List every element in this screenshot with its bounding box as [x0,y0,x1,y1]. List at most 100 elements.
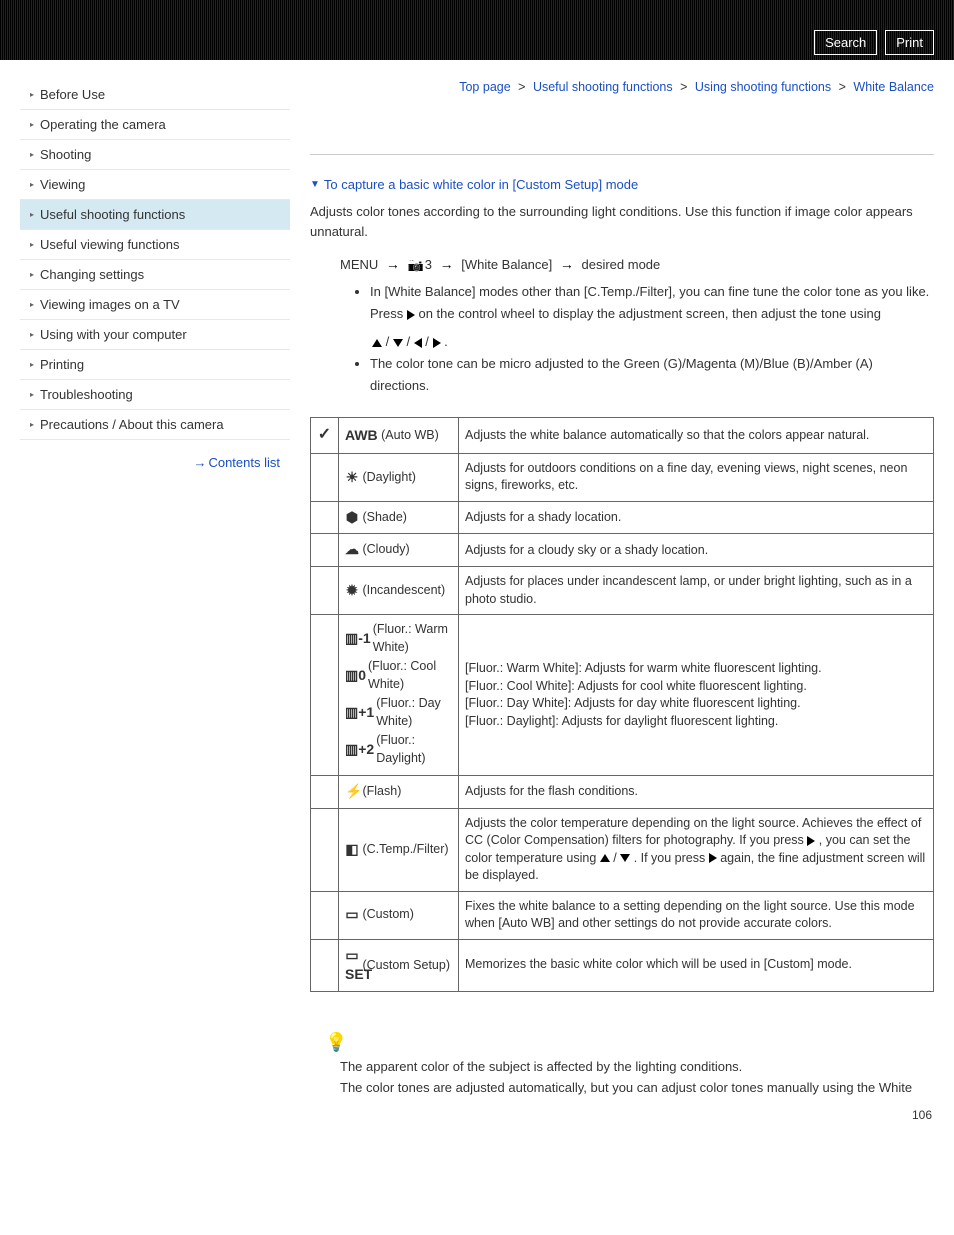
mode-icon: ✹ [345,581,359,601]
sidebar-item-label: Operating the camera [40,117,166,132]
mode-icon: ◧ [345,840,359,860]
tip-line-2: The color tones are adjusted automatical… [340,1078,934,1099]
mode-desc-cell: Memorizes the basic white color which wi… [459,939,934,991]
tip-line-1: The apparent color of the subject is aff… [340,1057,934,1078]
sidebar-item-useful-shooting-functions[interactable]: ▸Useful shooting functions [20,200,290,230]
triangle-right-icon: ▸ [30,330,34,339]
divider [310,154,934,155]
triangle-right-icon: ▸ [30,210,34,219]
up-icon [372,339,382,347]
note-micro-adjust: The color tone can be micro adjusted to … [370,353,934,397]
sidebar: ▸Before Use ▸ Operating the camera ▸ Shootin… [20,60,290,1152]
breadcrumb: Top page > Useful shooting functions > U… [310,80,934,94]
sidebar-item-printing[interactable]: ▸ Printing [20,350,290,380]
table-row: ☀ (Daylight)Adjusts for outdoors conditi… [311,453,934,501]
right-icon [709,853,717,863]
mode-label-cell: ☁ (Cloudy) [339,534,459,567]
check-cell [311,891,339,939]
menu-path: MENU → 3 → [White Balance] → desired mod… [340,256,934,273]
check-cell [311,939,339,991]
sidebar-item-label: Using with your computer [40,327,187,342]
search-button[interactable]: Search [814,30,877,55]
tip-icon: 💡 [325,1032,934,1053]
check-cell [311,567,339,615]
check-cell [311,776,339,809]
down-icon [620,854,630,862]
down-icon [393,339,403,347]
sidebar-item-operating-the-camera[interactable]: ▸ Operating the camera [20,110,290,140]
mode-desc-cell: Adjusts the color temperature depending … [459,808,934,891]
sidebar-item-changing-settings[interactable]: ▸Changing settings [20,260,290,290]
sidebar-item-viewing[interactable]: ▸Viewing [20,170,290,200]
mode-icon: ▭ [345,905,359,925]
triangle-right-icon: ▸ [30,180,34,189]
mode-icon: ▭ SET [345,946,359,985]
sidebar-item-label: Shooting [40,147,91,162]
triangle-right-icon: ▸ [30,270,34,279]
check-cell [311,453,339,501]
check-cell [311,615,339,776]
sidebar-item-label: Printing [40,357,84,372]
mode-label-cell: ▭ SET (Custom Setup) [339,939,459,991]
triangle-right-icon: ▸ [30,360,34,369]
camera-icon [408,257,424,272]
mode-icon: ▥-1 [345,629,371,649]
mode-label-cell: ⬢ (Shade) [339,501,459,534]
mode-icon: AWB [345,426,378,446]
check-icon [318,428,331,442]
sidebar-item-label: Useful viewing functions [40,237,179,252]
up-icon [600,854,610,862]
sidebar-item-troubleshooting[interactable]: ▸ Troubleshooting [20,380,290,410]
triangle-right-icon: ▸ [30,300,34,309]
sidebar-item-before-use[interactable]: ▸Before Use [20,80,290,110]
mode-desc-cell: Adjusts the white balance automatically … [459,418,934,453]
anchor-custom-setup[interactable]: ▼ To capture a basic white color in [Cus… [310,177,638,192]
mode-label-cell: ▭ (Custom) [339,891,459,939]
print-button[interactable]: Print [885,30,934,55]
tip-section: 💡 The apparent color of the subject is a… [310,1032,934,1099]
right-icon [807,836,815,846]
breadcrumb-top[interactable]: Top page [459,80,510,94]
mode-desc-cell: [Fluor.: Warm White]: Adjusts for warm w… [459,615,934,776]
sidebar-item-shooting[interactable]: ▸ Shooting [20,140,290,170]
header-bar: Search Print [0,0,954,60]
sidebar-item-useful-viewing-functions[interactable]: ▸Useful viewing functions [20,230,290,260]
intro-text: Adjusts color tones according to the sur… [310,202,934,241]
check-cell [311,501,339,534]
check-cell [311,808,339,891]
mode-label-cell: ⚡ (Flash) [339,776,459,809]
contents-list-link[interactable]: →Contents list [20,440,290,470]
sidebar-item-using-with-your-computer[interactable]: ▸ Using with your computer [20,320,290,350]
right-icon [407,310,415,320]
page-number: 106 [310,1108,934,1122]
mode-label-cell: ✹ (Incandescent) [339,567,459,615]
triangle-right-icon: ▸ [30,150,34,159]
breadcrumb-current[interactable]: White Balance [853,80,934,94]
check-cell [311,418,339,453]
sidebar-item-precautions-about-this-camera[interactable]: ▸Precautions / About this camera [20,410,290,440]
triangle-right-icon: ▸ [30,390,34,399]
mode-label-cell: ▥-1(Fluor.: Warm White)▥0(Fluor.: Cool W… [339,615,459,776]
mode-desc-cell: Adjusts for outdoors conditions on a fin… [459,453,934,501]
mode-desc-cell: Fixes the white balance to a setting dep… [459,891,934,939]
chevron-down-icon: ▼ [310,179,320,190]
sidebar-item-viewing-images-on-a-tv[interactable]: ▸ Viewing images on a TV [20,290,290,320]
table-row: ▥-1(Fluor.: Warm White)▥0(Fluor.: Cool W… [311,615,934,776]
mode-label-cell: AWB (Auto WB) [339,418,459,453]
steps: MENU → 3 → [White Balance] → desired mod… [340,256,934,397]
table-row: ⬢ (Shade)Adjusts for a shady location. [311,501,934,534]
mode-icon: ⚡ [345,782,359,802]
arrow-icon: → [386,256,400,272]
main-content: Top page > Useful shooting functions > U… [290,60,934,1152]
table-row: ◧ (C.Temp./Filter)Adjusts the color temp… [311,808,934,891]
breadcrumb-lvl2[interactable]: Using shooting functions [695,80,831,94]
mode-icon: ▥+2 [345,740,374,760]
table-row: ☁ (Cloudy)Adjusts for a cloudy sky or a … [311,534,934,567]
mode-icon: ▥+1 [345,703,374,723]
mode-desc-cell: Adjusts for a shady location. [459,501,934,534]
sidebar-item-label: Precautions / About this camera [40,417,224,432]
sidebar-item-label: Viewing images on a TV [40,297,180,312]
breadcrumb-lvl1[interactable]: Useful shooting functions [533,80,673,94]
triangle-right-icon: ▸ [30,120,34,129]
sidebar-item-label: Troubleshooting [40,387,133,402]
